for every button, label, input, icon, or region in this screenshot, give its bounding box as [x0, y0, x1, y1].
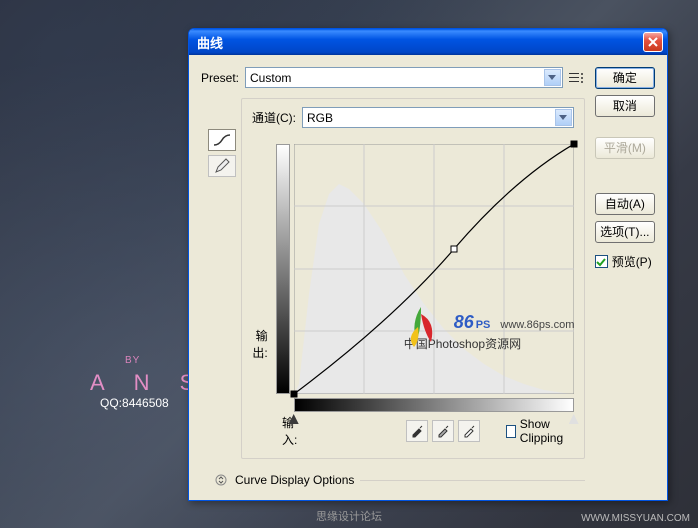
- auto-button[interactable]: 自动(A): [595, 193, 655, 215]
- eyedropper-white[interactable]: [458, 420, 480, 442]
- channel-group: 通道(C): RGB: [241, 98, 585, 459]
- footer-text: 思缘设计论坛: [316, 508, 382, 524]
- curve-tool-button[interactable]: [208, 129, 236, 151]
- channel-label: 通道(C):: [252, 109, 296, 126]
- curve-point-mid[interactable]: [450, 246, 457, 253]
- titlebar[interactable]: 曲线: [189, 29, 667, 55]
- chevron-expand-icon: [215, 474, 227, 486]
- output-gradient: [276, 144, 290, 394]
- close-icon: [647, 36, 659, 48]
- eyedropper-icon: [462, 424, 476, 438]
- curve-point-shadow[interactable]: [290, 391, 297, 398]
- pencil-icon: [214, 158, 230, 174]
- preset-combo[interactable]: Custom: [245, 67, 563, 88]
- show-clipping-checkbox[interactable]: [506, 425, 516, 438]
- smooth-button: 平滑(M): [595, 137, 655, 159]
- preset-value: Custom: [250, 71, 291, 85]
- watermark-by: BY: [125, 355, 140, 366]
- eyedropper-gray[interactable]: [432, 420, 454, 442]
- show-clipping-label: Show Clipping: [520, 417, 574, 445]
- ok-button[interactable]: 确定: [595, 67, 655, 89]
- eyedropper-icon: [410, 424, 424, 438]
- divider: [360, 480, 584, 481]
- curve-display-toggle[interactable]: [213, 473, 229, 487]
- curve-line: [294, 144, 574, 394]
- output-label: 输出:: [252, 327, 268, 361]
- channel-combo[interactable]: RGB: [302, 107, 574, 128]
- dialog-title: 曲线: [197, 33, 643, 52]
- preview-checkbox[interactable]: [595, 255, 608, 268]
- curve-graph[interactable]: 86 PS www.86ps.com 中国Photoshop资源网: [294, 144, 574, 394]
- close-button[interactable]: [643, 32, 663, 52]
- options-button[interactable]: 选项(T)...: [595, 221, 655, 243]
- channel-value: RGB: [307, 111, 333, 125]
- footer-url: WWW.MISSYUAN.COM: [581, 513, 690, 524]
- pencil-tool-button[interactable]: [208, 155, 236, 177]
- preset-label: Preset:: [201, 71, 239, 85]
- chevron-down-icon: [544, 69, 561, 86]
- input-gradient: [294, 398, 574, 412]
- check-icon: [596, 257, 606, 267]
- eyedropper-black[interactable]: [406, 420, 428, 442]
- preview-label: 预览(P): [612, 253, 652, 270]
- cancel-button[interactable]: 取消: [595, 95, 655, 117]
- eyedropper-icon: [436, 424, 450, 438]
- watermark-qq: QQ:8446508: [100, 396, 169, 410]
- preset-menu-button[interactable]: [569, 71, 585, 85]
- curve-display-options-label: Curve Display Options: [235, 473, 354, 487]
- curve-point-highlight[interactable]: [570, 141, 577, 148]
- curves-dialog: 曲线 Preset: Custom 通道(C):: [188, 28, 668, 501]
- chevron-down-icon: [555, 109, 572, 126]
- curve-icon: [213, 133, 231, 147]
